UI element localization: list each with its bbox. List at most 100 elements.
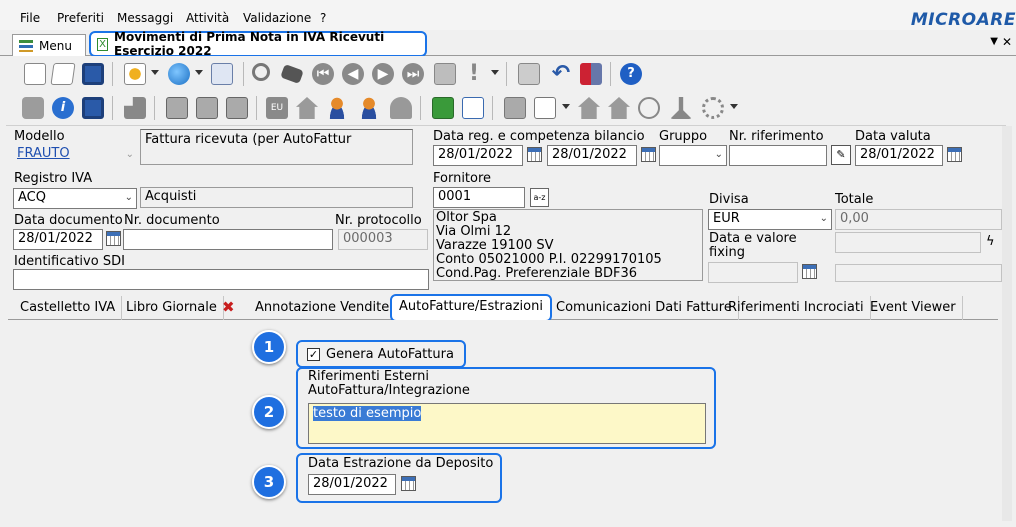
settings-window-icon[interactable] [211,63,233,85]
alert-icon[interactable]: ! [468,63,480,85]
step-badge-3: 3 [252,465,286,499]
riferimenti-esterni-textarea[interactable]: testo di esempio [308,403,706,444]
undo-icon[interactable]: ↶ [550,63,572,85]
calendar-3-icon[interactable] [226,97,248,119]
calendar-icon[interactable] [802,264,817,279]
data-documento-input[interactable]: 28/01/2022 [13,229,103,250]
calendar-icon[interactable] [641,147,656,162]
search-icon[interactable] [252,63,270,81]
menu-preferiti[interactable]: Preferiti [57,11,104,25]
calendar-2-icon[interactable] [196,97,218,119]
fornitore-cond-pag: Cond.Pag. Preferenziale BDF36 [436,266,638,281]
data-valuta-input[interactable]: 28/01/2022 [855,145,943,166]
user-grey-icon[interactable] [390,97,412,119]
tab-title: Movimenti di Prima Nota in IVA Ricevuti … [114,30,385,58]
tabs-dropdown-icon[interactable]: ▼ [990,36,998,47]
nr-riferimento-input[interactable] [729,145,827,166]
genera-autofattura-checkbox[interactable]: ✓ [307,348,320,361]
chevron-down-icon[interactable]: ⌄ [125,192,133,203]
ledger-icon[interactable] [504,97,526,119]
menu-messaggi[interactable]: Messaggi [117,11,173,25]
search-az-icon[interactable]: a-z [530,188,549,207]
vertical-scrollbar[interactable] [1002,126,1012,521]
save-print-icon[interactable] [82,97,104,119]
help-icon[interactable]: ? [620,63,642,85]
data-estrazione-input[interactable]: 28/01/2022 [308,474,396,495]
tab-menu[interactable]: Menu [12,34,86,56]
menu-attivita[interactable]: Attività [186,11,229,25]
modello-value[interactable]: FRAUTO [17,146,70,161]
edit-pencil-icon[interactable]: ✎ [831,145,851,165]
modello-select[interactable]: FRAUTO ⌄ [13,145,137,165]
tools-grey-icon[interactable] [124,97,146,119]
globe-icon[interactable] [168,63,190,85]
user-search-icon[interactable] [358,97,380,119]
tab-autofatture-estrazioni[interactable]: AutoFatture/Estrazioni [390,294,552,322]
document-blue-icon[interactable] [462,97,484,119]
delete-x-icon[interactable]: ✖ [222,298,235,316]
tab-event-viewer[interactable]: Event Viewer [864,296,963,320]
user-icon[interactable] [326,97,348,119]
data-competenza-input[interactable]: 28/01/2022 [547,145,637,166]
tab-comunicazioni-dati-fatture[interactable]: Comunicazioni Dati Fatture [550,296,739,320]
tab-autofatture-estrazioni-label: AutoFatture/Estrazioni [399,299,543,314]
calendar-icon[interactable] [947,147,962,162]
document-header-form: Modello FRAUTO ⌄ Fattura ricevuta (per A… [6,126,1008,294]
chevron-down-icon[interactable]: ⌄ [715,149,723,160]
registro-iva-select[interactable]: ACQ ⌄ [13,188,137,209]
gift-icon[interactable] [580,63,602,85]
mail-disabled-icon[interactable] [518,63,540,85]
new-document-icon[interactable] [24,63,46,85]
tab-riferimenti-incrociati[interactable]: Riferimenti Incrociati [722,296,871,320]
tab-annotazione-vendite[interactable]: Annotazione Vendite [249,296,397,320]
calendar-icon[interactable] [401,476,416,491]
riferimenti-esterni-group: Riferimenti Esterni AutoFattura/Integrazi… [296,367,716,449]
tab-movimenti-prima-nota[interactable]: X Movimenti di Prima Nota in IVA Ricevut… [89,30,427,58]
riferimenti-esterni-label: Riferimenti Esterni AutoFattura/Integrazi… [308,370,470,398]
fixing-label-line2: fixing [709,245,745,260]
menu-file[interactable]: File [20,11,40,25]
info-icon[interactable]: i [52,97,74,119]
close-document-icon[interactable]: ✕ [1002,35,1012,49]
divisa-select[interactable]: EUR ⌄ [708,209,832,230]
previous-record-icon[interactable]: ◀ [342,63,364,85]
gruppo-select[interactable]: ⌄ [659,145,727,166]
excel-icon[interactable] [432,97,454,119]
data-reg-input[interactable]: 28/01/2022 [433,145,523,166]
menu-help[interactable]: ? [320,11,326,25]
calendar-icon[interactable] [166,97,188,119]
next-record-icon[interactable]: ▶ [372,63,394,85]
report-icon[interactable] [534,97,556,119]
fornitore-input[interactable]: 0001 [433,187,525,208]
tab-castelletto-iva[interactable]: Castelletto IVA [14,296,123,320]
first-record-icon[interactable]: ⏮ [312,63,334,85]
eu-icon[interactable]: EU [266,97,288,119]
gear-icon[interactable] [702,97,724,119]
print-icon[interactable] [22,97,44,119]
lightning-icon[interactable]: ϟ [986,234,995,249]
binoculars-icon[interactable] [280,64,304,84]
nr-documento-input[interactable] [123,229,333,250]
edit-document-icon[interactable] [50,63,76,85]
chevron-down-icon[interactable]: ⌄ [126,149,134,160]
calendar-icon[interactable] [527,147,542,162]
calendar-icon[interactable] [106,231,121,246]
menu-validazione[interactable]: Validazione [243,11,311,25]
copy-icon[interactable] [434,63,456,85]
stamp-icon[interactable] [670,97,692,119]
identificativo-sdi-input[interactable] [13,269,429,290]
fornitore-details: Oltor Spa Via Olmi 12 Varazze 19100 SV C… [433,209,703,281]
genera-autofattura-group[interactable]: ✓ Genera AutoFattura [296,340,466,368]
data-reg-label: Data reg. e competenza bilancio [433,129,645,144]
last-record-icon[interactable]: ⏭ [402,63,424,85]
close-tab-icon[interactable]: X [97,37,109,51]
compass-icon[interactable] [638,97,660,119]
tools-icon[interactable] [124,63,146,85]
building-2-icon[interactable] [608,97,630,119]
building-icon[interactable] [578,97,600,119]
home-icon[interactable] [296,97,318,119]
save-icon[interactable] [82,63,104,85]
registro-iva-label: Registro IVA [14,171,93,186]
tab-libro-giornale[interactable]: Libro Giornale [120,296,224,320]
chevron-down-icon[interactable]: ⌄ [820,213,828,224]
